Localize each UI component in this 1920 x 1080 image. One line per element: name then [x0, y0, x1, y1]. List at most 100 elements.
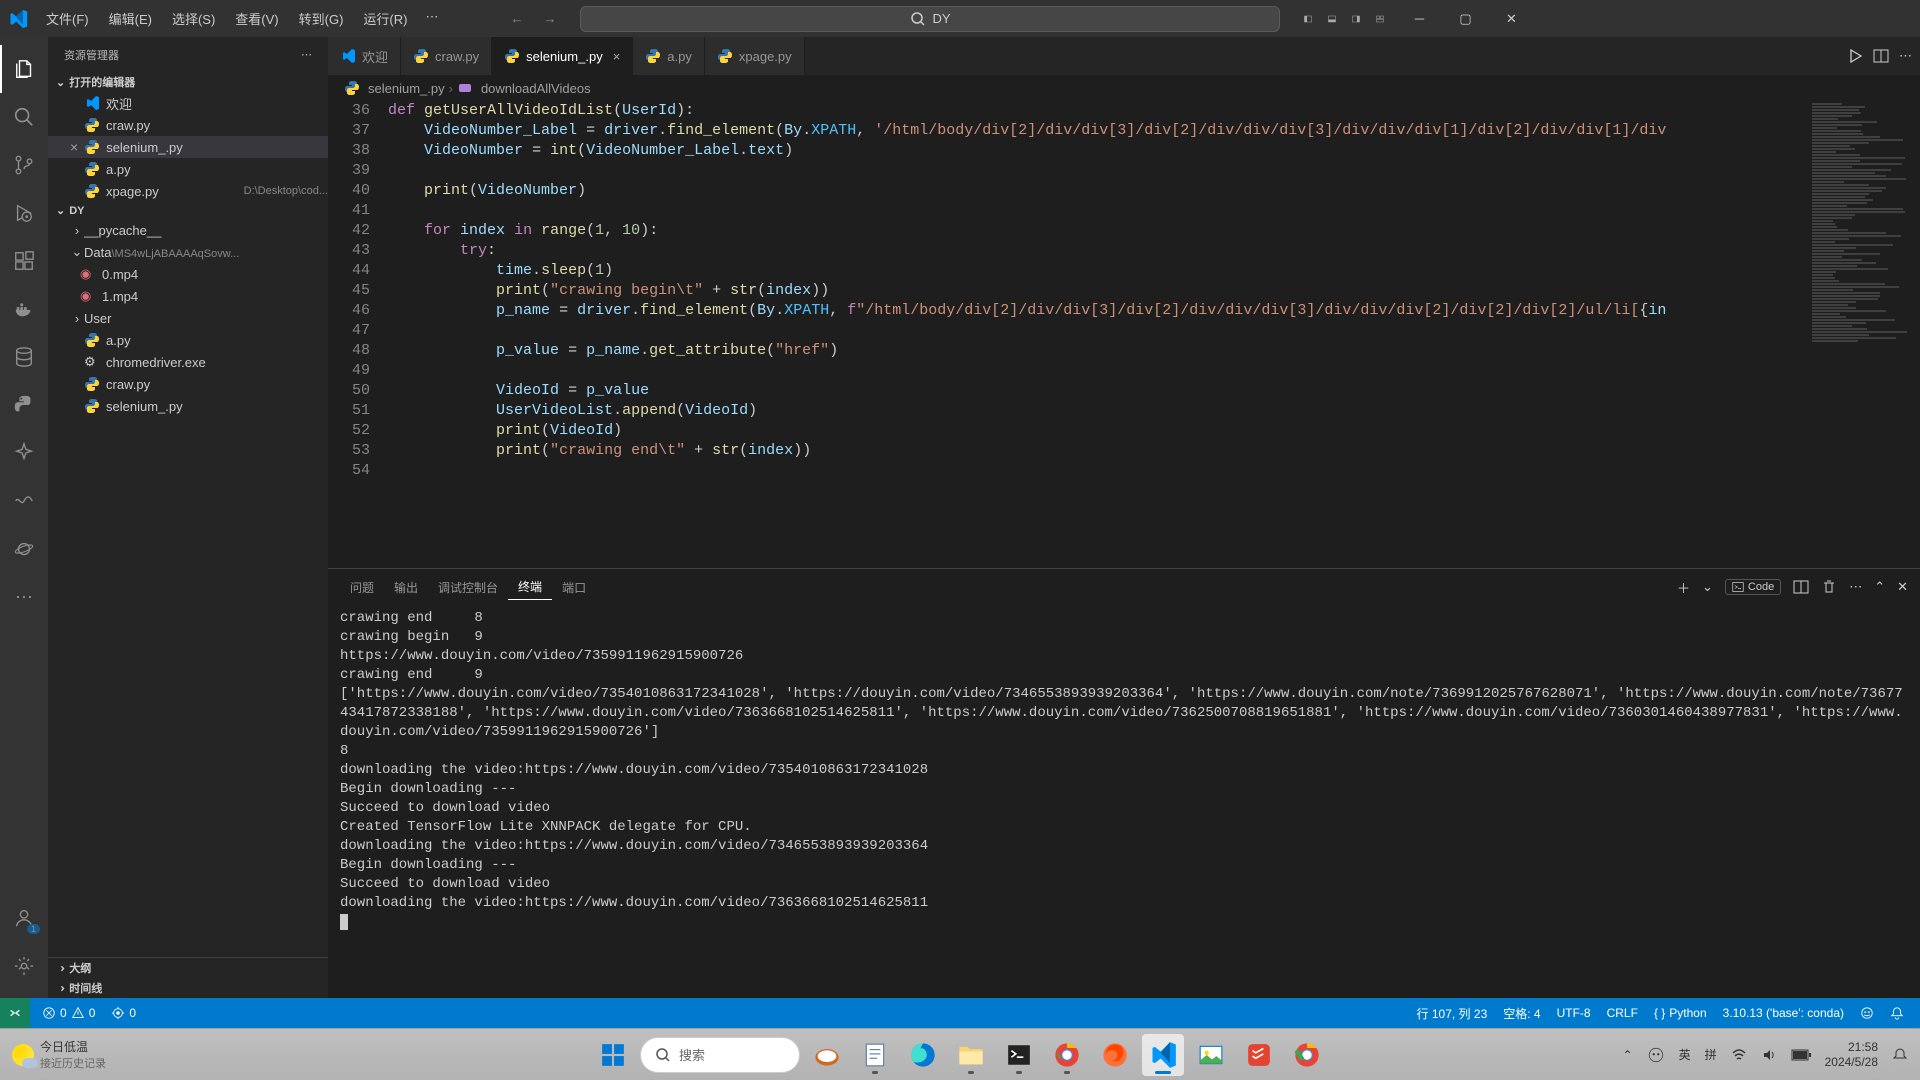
sidebar-more[interactable]: ⋯: [301, 48, 312, 61]
taskbar-explorer[interactable]: [950, 1034, 992, 1076]
close-editor-icon[interactable]: ×: [70, 139, 78, 155]
tab-welcome[interactable]: 欢迎: [328, 37, 401, 75]
activity-docker[interactable]: [0, 285, 48, 333]
tray-battery-icon[interactable]: [1791, 1049, 1811, 1061]
editor-item-selenium[interactable]: × selenium_.py: [48, 136, 328, 158]
menu-goto[interactable]: 转到(G): [289, 5, 354, 32]
toggle-secondary-sidebar-icon[interactable]: [1348, 11, 1364, 27]
menu-run[interactable]: 运行(R): [353, 5, 417, 32]
status-encoding[interactable]: UTF-8: [1549, 1001, 1599, 1025]
menu-file[interactable]: 文件(F): [36, 5, 99, 32]
window-minimize[interactable]: ─: [1396, 0, 1442, 37]
activity-extensions[interactable]: [0, 237, 48, 285]
menu-select[interactable]: 选择(S): [162, 5, 225, 32]
status-notifications[interactable]: [1882, 1001, 1912, 1025]
activity-debug[interactable]: [0, 189, 48, 237]
customize-layout-icon[interactable]: [1372, 11, 1388, 27]
split-terminal-icon[interactable]: [1793, 579, 1809, 595]
activity-fitten[interactable]: [0, 477, 48, 525]
project-section[interactable]: ⌄ DY: [48, 202, 328, 219]
remote-indicator[interactable]: [0, 998, 30, 1028]
activity-source-control[interactable]: [0, 141, 48, 189]
tab-more[interactable]: ⋯: [1899, 48, 1912, 64]
minimap[interactable]: [1810, 101, 1920, 568]
close-tab-icon[interactable]: ×: [613, 49, 621, 64]
status-eol[interactable]: CRLF: [1599, 1001, 1646, 1025]
activity-more[interactable]: ⋯: [0, 573, 48, 621]
activity-settings[interactable]: [0, 942, 48, 990]
code-content[interactable]: def getUserAllVideoIdList(UserId): Video…: [388, 101, 1810, 568]
window-maximize[interactable]: ▢: [1442, 0, 1488, 37]
file-0mp4[interactable]: ◉ 0.mp4: [48, 263, 328, 285]
panel-tab-ports[interactable]: 端口: [552, 575, 596, 600]
editor-item-welcome[interactable]: 欢迎: [48, 92, 328, 114]
status-ports[interactable]: 0: [103, 1001, 144, 1025]
outline-section[interactable]: ⌄ 大纲: [48, 958, 328, 978]
menu-more[interactable]: ⋯: [417, 5, 446, 32]
file-chromedriver[interactable]: ⚙ chromedriver.exe: [48, 351, 328, 373]
tab-xpage[interactable]: xpage.py: [705, 37, 805, 75]
taskbar-edge[interactable]: [902, 1034, 944, 1076]
open-editors-section[interactable]: ⌄ 打开的编辑器: [48, 72, 328, 92]
weather-widget[interactable]: 今日低温 接近历史记录: [12, 1038, 106, 1071]
menu-view[interactable]: 查看(V): [225, 5, 288, 32]
nav-forward[interactable]: →: [539, 7, 560, 30]
activity-database[interactable]: [0, 333, 48, 381]
activity-python[interactable]: [0, 381, 48, 429]
editor-item-xpage[interactable]: xpage.py D:\Desktop\cod...: [48, 180, 328, 202]
menu-edit[interactable]: 编辑(E): [99, 5, 162, 32]
taskbar-chrome[interactable]: [1046, 1034, 1088, 1076]
tab-craw[interactable]: craw.py: [401, 37, 492, 75]
notification-center-icon[interactable]: [1892, 1047, 1908, 1063]
maximize-panel-icon[interactable]: ⌃: [1874, 579, 1885, 595]
file-a-py[interactable]: a.py: [48, 329, 328, 351]
editor-item-craw[interactable]: craw.py: [48, 114, 328, 136]
terminal-dropdown-icon[interactable]: ⌄: [1702, 579, 1713, 595]
status-spaces[interactable]: 空格: 4: [1495, 1001, 1548, 1025]
run-file-icon[interactable]: [1847, 48, 1863, 64]
taskbar-clock[interactable]: 21:58 2024/5/28: [1825, 1040, 1878, 1069]
activity-explorer[interactable]: [0, 45, 48, 93]
activity-search[interactable]: [0, 93, 48, 141]
file-selenium-py[interactable]: selenium_.py: [48, 395, 328, 417]
panel-tab-debug[interactable]: 调试控制台: [428, 575, 508, 600]
taskbar-cmd[interactable]: [998, 1034, 1040, 1076]
file-1mp4[interactable]: ◉ 1.mp4: [48, 285, 328, 307]
activity-planet[interactable]: [0, 525, 48, 573]
activity-ai[interactable]: [0, 429, 48, 477]
editor-item-a[interactable]: a.py: [48, 158, 328, 180]
timeline-section[interactable]: ⌄ 时间线: [48, 978, 328, 998]
start-button[interactable]: [592, 1034, 634, 1076]
split-editor-icon[interactable]: [1873, 48, 1889, 64]
status-errors[interactable]: 0 0: [34, 1001, 103, 1025]
tray-volume-icon[interactable]: [1761, 1047, 1777, 1063]
folder-data[interactable]: ⌄ Data\MS4wLjABAAAAqSovw...: [48, 241, 328, 263]
close-panel-icon[interactable]: ✕: [1897, 579, 1908, 595]
toggle-primary-sidebar-icon[interactable]: [1300, 11, 1316, 27]
tab-selenium[interactable]: selenium_.py ×: [492, 37, 633, 75]
command-center-search[interactable]: DY: [580, 6, 1280, 32]
status-cursor[interactable]: 行 107, 列 23: [1409, 1001, 1496, 1025]
panel-more[interactable]: ⋯: [1849, 579, 1862, 595]
folder-pycache[interactable]: › __pycache__: [48, 219, 328, 241]
shell-badge[interactable]: Code: [1725, 579, 1781, 595]
status-feedback[interactable]: [1852, 1001, 1882, 1025]
taskbar-todoist[interactable]: [1238, 1034, 1280, 1076]
panel-tab-terminal[interactable]: 终端: [508, 574, 552, 600]
trash-icon[interactable]: [1821, 579, 1837, 595]
taskbar-foodpanda[interactable]: [806, 1034, 848, 1076]
code-editor[interactable]: 36373839404142434445464748495051525354 d…: [328, 101, 1920, 568]
taskbar-chrome2[interactable]: [1286, 1034, 1328, 1076]
terminal-content[interactable]: crawing end 8 crawing begin 9 https://ww…: [328, 601, 1920, 998]
status-language[interactable]: { } Python: [1646, 1001, 1715, 1025]
new-terminal-icon[interactable]: ＋: [1677, 578, 1690, 597]
window-close[interactable]: ✕: [1488, 0, 1534, 37]
nav-back[interactable]: ←: [506, 7, 527, 30]
tray-ime2[interactable]: 拼: [1705, 1046, 1717, 1063]
tray-copilot-icon[interactable]: [1647, 1046, 1665, 1064]
tray-ime1[interactable]: 英: [1679, 1046, 1691, 1063]
toggle-panel-icon[interactable]: [1324, 11, 1340, 27]
taskbar-search[interactable]: 搜索: [640, 1037, 800, 1073]
panel-tab-problems[interactable]: 问题: [340, 575, 384, 600]
activity-accounts[interactable]: 1: [0, 894, 48, 942]
